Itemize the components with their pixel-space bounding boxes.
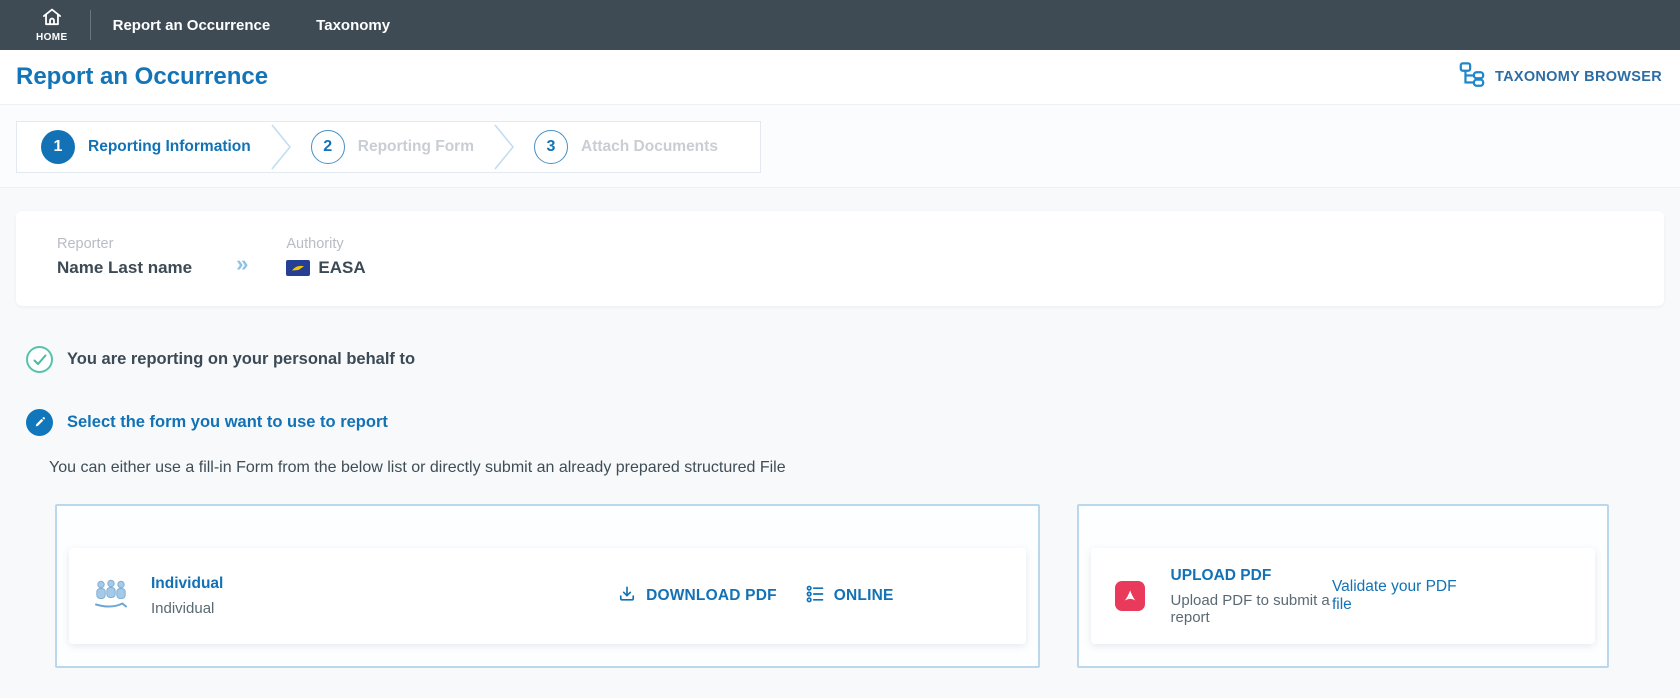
pdf-file-icon [1115,581,1145,611]
upload-pdf-subtitle: Upload PDF to submit a report [1171,592,1332,626]
upload-pdf-card: UPLOAD PDF Upload PDF to submit a report… [1091,548,1595,644]
authority-field: Authority EASA [286,236,365,278]
people-group-icon [93,578,129,615]
page-title: Report an Occurrence [16,63,268,91]
step-2-number: 2 [311,130,345,164]
download-icon [617,584,637,609]
reporter-label: Reporter [57,236,192,252]
panels-row: Individual Individual DOWNLOAD PDF [55,504,1609,668]
upload-pdf-link[interactable]: UPLOAD PDF [1171,567,1332,585]
stepper: 1 Reporting Information 2 Reporting Form… [16,121,761,173]
validate-pdf-link[interactable]: Validate your PDF file [1332,578,1457,614]
select-form-row: Select the form you want to use to repor… [16,409,1664,436]
step-reporting-information[interactable]: 1 Reporting Information [25,130,267,164]
nav-home-label: HOME [36,32,68,43]
authority-value: EASA [318,258,365,278]
check-circle-icon [26,346,53,373]
individual-form-card: Individual Individual DOWNLOAD PDF [69,548,1026,644]
easa-flag-icon [286,260,310,276]
online-label: ONLINE [834,587,894,605]
nav-home-button[interactable]: HOME [36,7,68,43]
step-1-label: Reporting Information [88,138,251,156]
individual-form-link[interactable]: Individual [151,575,223,593]
step-3-number: 3 [534,130,568,164]
fillin-form-panel: Individual Individual DOWNLOAD PDF [55,504,1040,668]
stepper-zone: 1 Reporting Information 2 Reporting Form… [0,105,1680,188]
individual-form-subtitle: Individual [151,600,223,617]
upload-pdf-panel: UPLOAD PDF Upload PDF to submit a report… [1077,504,1609,668]
nav-item-taxonomy[interactable]: Taxonomy [316,17,390,34]
step-3-label: Attach Documents [581,138,718,156]
taxonomy-tree-icon [1458,61,1486,93]
pencil-icon [26,409,53,436]
step-1-number: 1 [41,130,75,164]
select-form-heading: Select the form you want to use to repor… [67,413,388,432]
reporter-field: Reporter Name Last name [57,236,192,278]
chevron-right-icon [269,123,293,171]
step-attach-documents[interactable]: 3 Attach Documents [518,130,734,164]
main-content: Reporter Name Last name » Authority EASA… [0,188,1680,668]
personal-behalf-row: You are reporting on your personal behal… [16,346,1664,373]
nav-divider [90,10,91,40]
double-chevron-icon: » [236,251,248,277]
nav-item-report-occurrence[interactable]: Report an Occurrence [113,17,271,34]
personal-behalf-text: You are reporting on your personal behal… [67,350,415,369]
download-pdf-label: DOWNLOAD PDF [646,587,777,605]
step-2-label: Reporting Form [358,138,474,156]
reporter-summary-card: Reporter Name Last name » Authority EASA [16,211,1664,306]
authority-label: Authority [286,236,365,252]
taxonomy-browser-link[interactable]: TAXONOMY BROWSER [1458,61,1662,93]
home-icon [41,7,63,31]
chevron-right-icon [492,123,516,171]
online-button[interactable]: ONLINE [805,584,894,609]
page-header: Report an Occurrence TAXONOMY BROWSER [0,50,1680,105]
top-navbar: HOME Report an Occurrence Taxonomy [0,0,1680,50]
step-reporting-form[interactable]: 2 Reporting Form [295,130,490,164]
download-pdf-button[interactable]: DOWNLOAD PDF [617,584,777,609]
reporter-value: Name Last name [57,258,192,278]
form-choice-description: You can either use a fill-in Form from t… [49,459,1664,477]
checklist-icon [805,584,825,609]
taxonomy-browser-label: TAXONOMY BROWSER [1495,69,1662,85]
